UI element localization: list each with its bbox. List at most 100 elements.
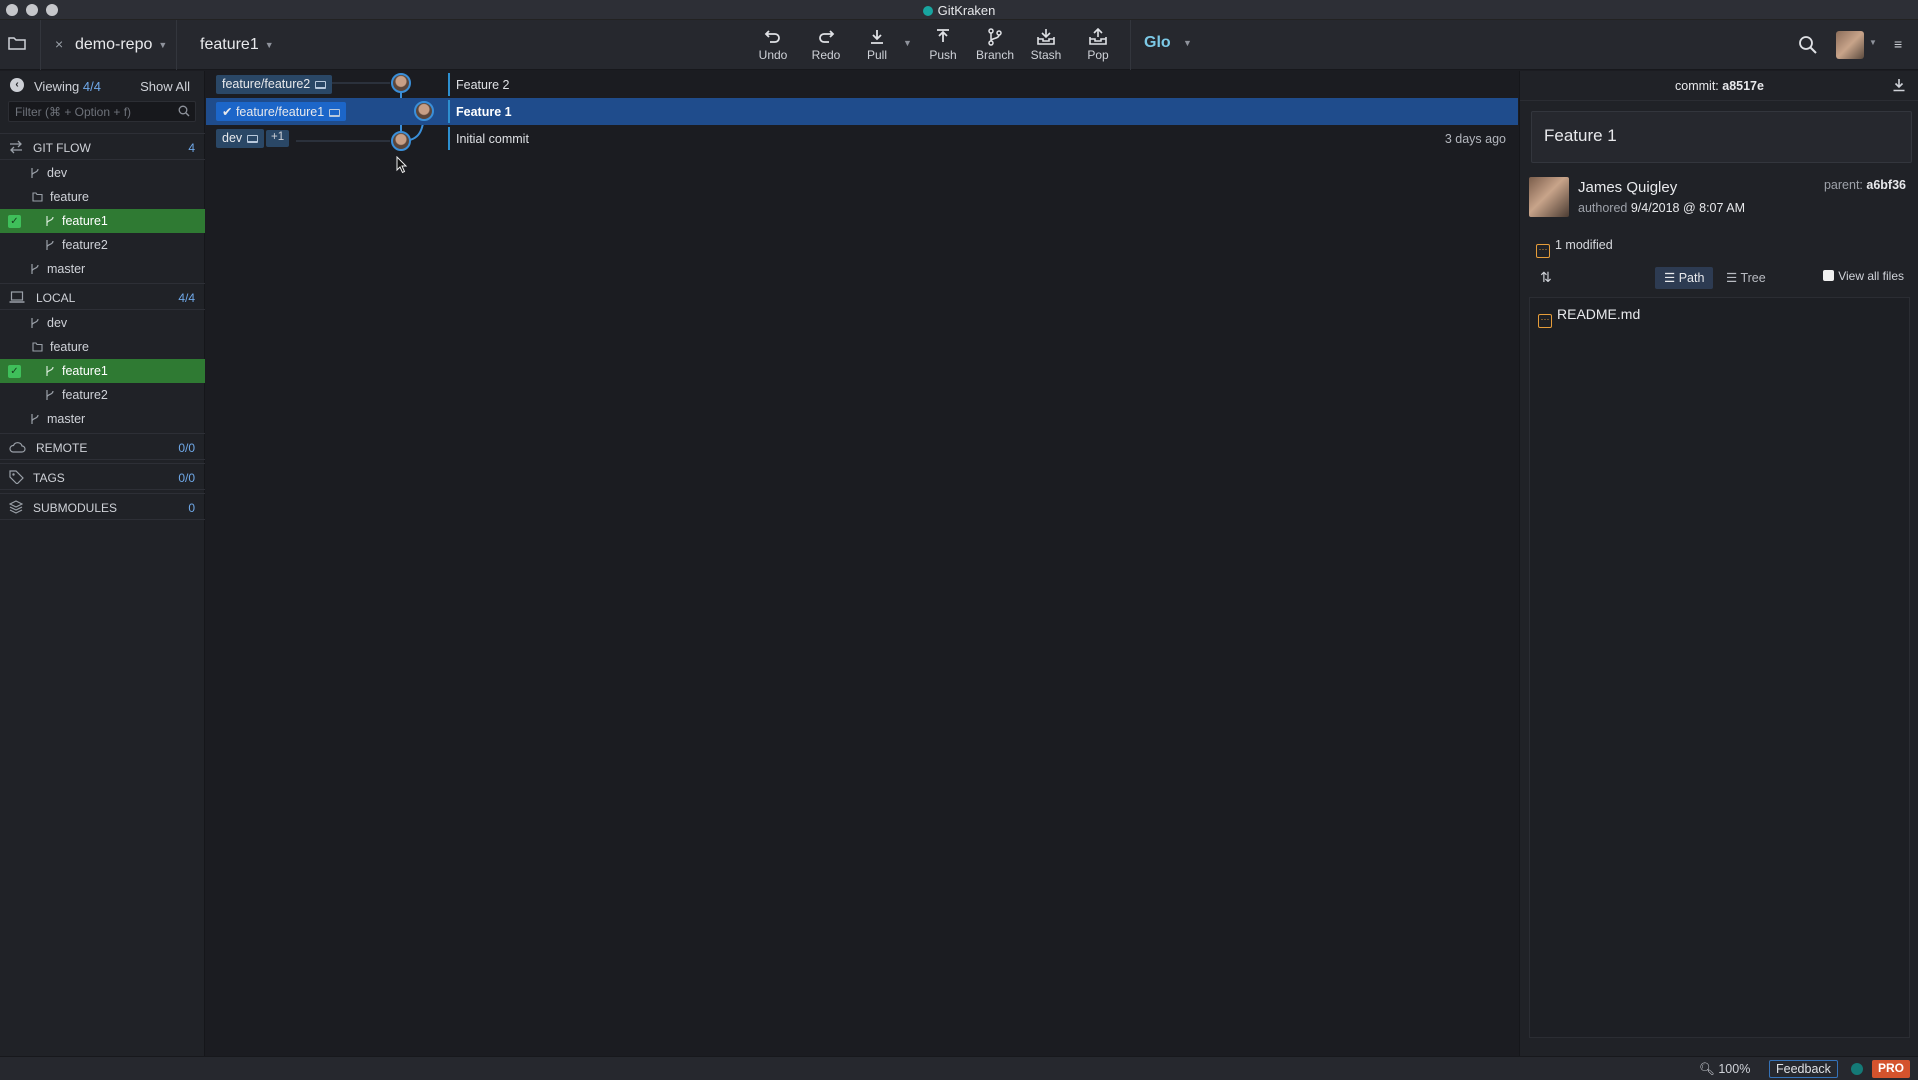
submodules-section[interactable]: SUBMODULES 0 xyxy=(0,493,205,520)
chevron-down-icon: ▼ xyxy=(264,40,274,50)
commit-message: Initial commit xyxy=(456,132,529,146)
pull-button[interactable]: Pull xyxy=(853,26,901,66)
branch-ref-tag[interactable]: ✔ feature/feature1 xyxy=(216,102,347,121)
branch-ref-tag[interactable]: dev xyxy=(216,129,265,148)
branch-icon xyxy=(30,317,40,329)
menu-icon[interactable]: ≡ xyxy=(1894,36,1902,52)
tab-separator xyxy=(1130,20,1131,70)
stash-button[interactable]: Stash xyxy=(1022,26,1070,66)
pop-button[interactable]: Pop xyxy=(1074,26,1122,66)
avatar[interactable] xyxy=(1836,31,1864,59)
undo-button[interactable]: Undo xyxy=(749,26,797,66)
sidebar-item-feature1[interactable]: ✓ feature1 xyxy=(0,209,205,233)
submodules-label: SUBMODULES xyxy=(33,501,118,515)
sidebar-item-master[interactable]: master xyxy=(0,257,205,281)
tags-section[interactable]: TAGS 0/0 xyxy=(0,463,205,490)
avatar xyxy=(1529,177,1569,217)
pop-icon xyxy=(1089,28,1107,45)
file-item[interactable]: ··· README.md xyxy=(1538,306,1640,328)
viewing-header: ‹ Viewing 4/4 Show All xyxy=(0,71,205,101)
more-refs-badge[interactable]: +1 xyxy=(266,130,290,147)
commit-row[interactable]: ✔ feature/feature1 Feature 1 xyxy=(206,98,1518,125)
row-divider xyxy=(448,100,450,123)
folder-icon[interactable] xyxy=(8,36,26,50)
sidebar-item-dev[interactable]: dev xyxy=(0,161,205,185)
remote-section[interactable]: REMOTE 0/0 xyxy=(0,433,205,460)
commit-detail-panel: commit: a8517e Feature 1 James Quigley a… xyxy=(1519,71,1918,1056)
sidebar-item-feature2[interactable]: feature2 xyxy=(0,383,205,407)
sidebar-item-master[interactable]: master xyxy=(0,407,205,431)
git-flow-section[interactable]: GIT FLOW 4 xyxy=(0,133,205,160)
branch-tab[interactable]: feature1 ▼ xyxy=(200,20,274,70)
parent-sha[interactable]: a6bf36 xyxy=(1866,178,1906,192)
pop-label: Pop xyxy=(1087,48,1109,62)
search-icon[interactable] xyxy=(1798,35,1818,55)
laptop-icon xyxy=(9,291,25,303)
remote-count: 0/0 xyxy=(178,441,195,455)
push-label: Push xyxy=(929,48,957,62)
branch-ref-label: feature/feature2 xyxy=(222,77,311,91)
file-name: README.md xyxy=(1557,306,1641,322)
local-section[interactable]: LOCAL 4/4 xyxy=(0,283,205,310)
modified-file-icon: ··· xyxy=(1538,314,1552,328)
sidebar-item-feature-folder[interactable]: feature xyxy=(0,335,205,359)
commit-header: commit: a8517e xyxy=(1520,71,1918,101)
commit-node-avatar[interactable] xyxy=(414,101,434,121)
sidebar-item-label: feature1 xyxy=(62,364,108,378)
parent-info: parent: a6bf36 xyxy=(1824,178,1906,192)
remote-label: REMOTE xyxy=(36,441,88,455)
pull-icon xyxy=(871,30,883,44)
show-all-button[interactable]: Show All xyxy=(140,79,190,94)
tab-separator xyxy=(40,20,41,70)
laptop-icon xyxy=(315,81,327,89)
pull-options-chevron-icon[interactable]: ▼ xyxy=(903,38,912,48)
branch-icon xyxy=(45,215,55,227)
gitkraken-logo-icon xyxy=(922,6,933,16)
sidebar-item-feature-folder[interactable]: feature xyxy=(0,185,205,209)
push-button[interactable]: Push xyxy=(919,26,967,66)
undo-label: Undo xyxy=(758,48,788,62)
search-icon xyxy=(178,105,190,117)
commit-message-box[interactable]: Feature 1 xyxy=(1531,111,1912,163)
repo-tab[interactable]: demo-repo ▼ xyxy=(75,20,167,70)
modified-label: 1 modified xyxy=(1555,238,1613,252)
feedback-button[interactable]: Feedback xyxy=(1769,1060,1838,1078)
commit-node-avatar[interactable] xyxy=(391,73,411,93)
pro-badge[interactable]: PRO xyxy=(1872,1060,1911,1078)
sidebar-item-dev[interactable]: dev xyxy=(0,311,205,335)
filter-input[interactable]: Filter (⌘ + Option + f) xyxy=(8,101,196,122)
glo-button[interactable]: Glo xyxy=(1144,34,1171,52)
chevron-down-icon[interactable]: ▼ xyxy=(1869,38,1877,47)
back-arrow-icon[interactable]: ‹ xyxy=(10,78,24,92)
branch-icon xyxy=(45,239,55,251)
path-view-toggle[interactable]: ☰ Path xyxy=(1655,267,1714,289)
zoom-level[interactable]: 🔍︎ 100% xyxy=(1699,1062,1750,1077)
sidebar-item-label: master xyxy=(47,412,86,426)
tree-view-toggle[interactable]: ☰ Tree xyxy=(1717,267,1775,289)
commit-sha[interactable]: a8517e xyxy=(1722,79,1764,93)
glo-chevron-icon[interactable]: ▼ xyxy=(1183,38,1192,48)
download-icon[interactable] xyxy=(1892,78,1906,92)
sidebar-item-feature2[interactable]: feature2 xyxy=(0,233,205,257)
authored-label: authored xyxy=(1578,201,1628,215)
sidebar-item-feature1[interactable]: ✓ feature1 xyxy=(0,359,205,383)
commit-node-avatar[interactable] xyxy=(391,131,411,151)
filter-placeholder: Filter (⌘ + Option + f) xyxy=(15,105,132,119)
commit-message: Feature 2 xyxy=(456,78,510,92)
sidebar-item-label: feature xyxy=(50,190,89,204)
git-flow-count: 4 xyxy=(188,141,195,155)
tags-label: TAGS xyxy=(33,471,65,485)
gitkraken-logo-icon xyxy=(1851,1063,1863,1075)
redo-button[interactable]: Redo xyxy=(802,26,850,66)
viewing-count: 4/4 xyxy=(82,79,101,94)
viewing-label: Viewing 4/4 xyxy=(34,79,101,94)
branch-button[interactable]: Branch xyxy=(971,26,1019,66)
view-all-files-checkbox[interactable]: View all files xyxy=(1823,269,1904,283)
tree-label: Tree xyxy=(1740,271,1766,285)
branch-ref-tag[interactable]: feature/feature2 xyxy=(216,75,333,94)
sort-icon[interactable]: ⇅ xyxy=(1540,269,1552,286)
tags-count: 0/0 xyxy=(178,471,195,485)
path-label: Path xyxy=(1678,271,1705,285)
close-icon[interactable]: × xyxy=(55,36,63,52)
checkbox[interactable] xyxy=(1823,270,1835,281)
